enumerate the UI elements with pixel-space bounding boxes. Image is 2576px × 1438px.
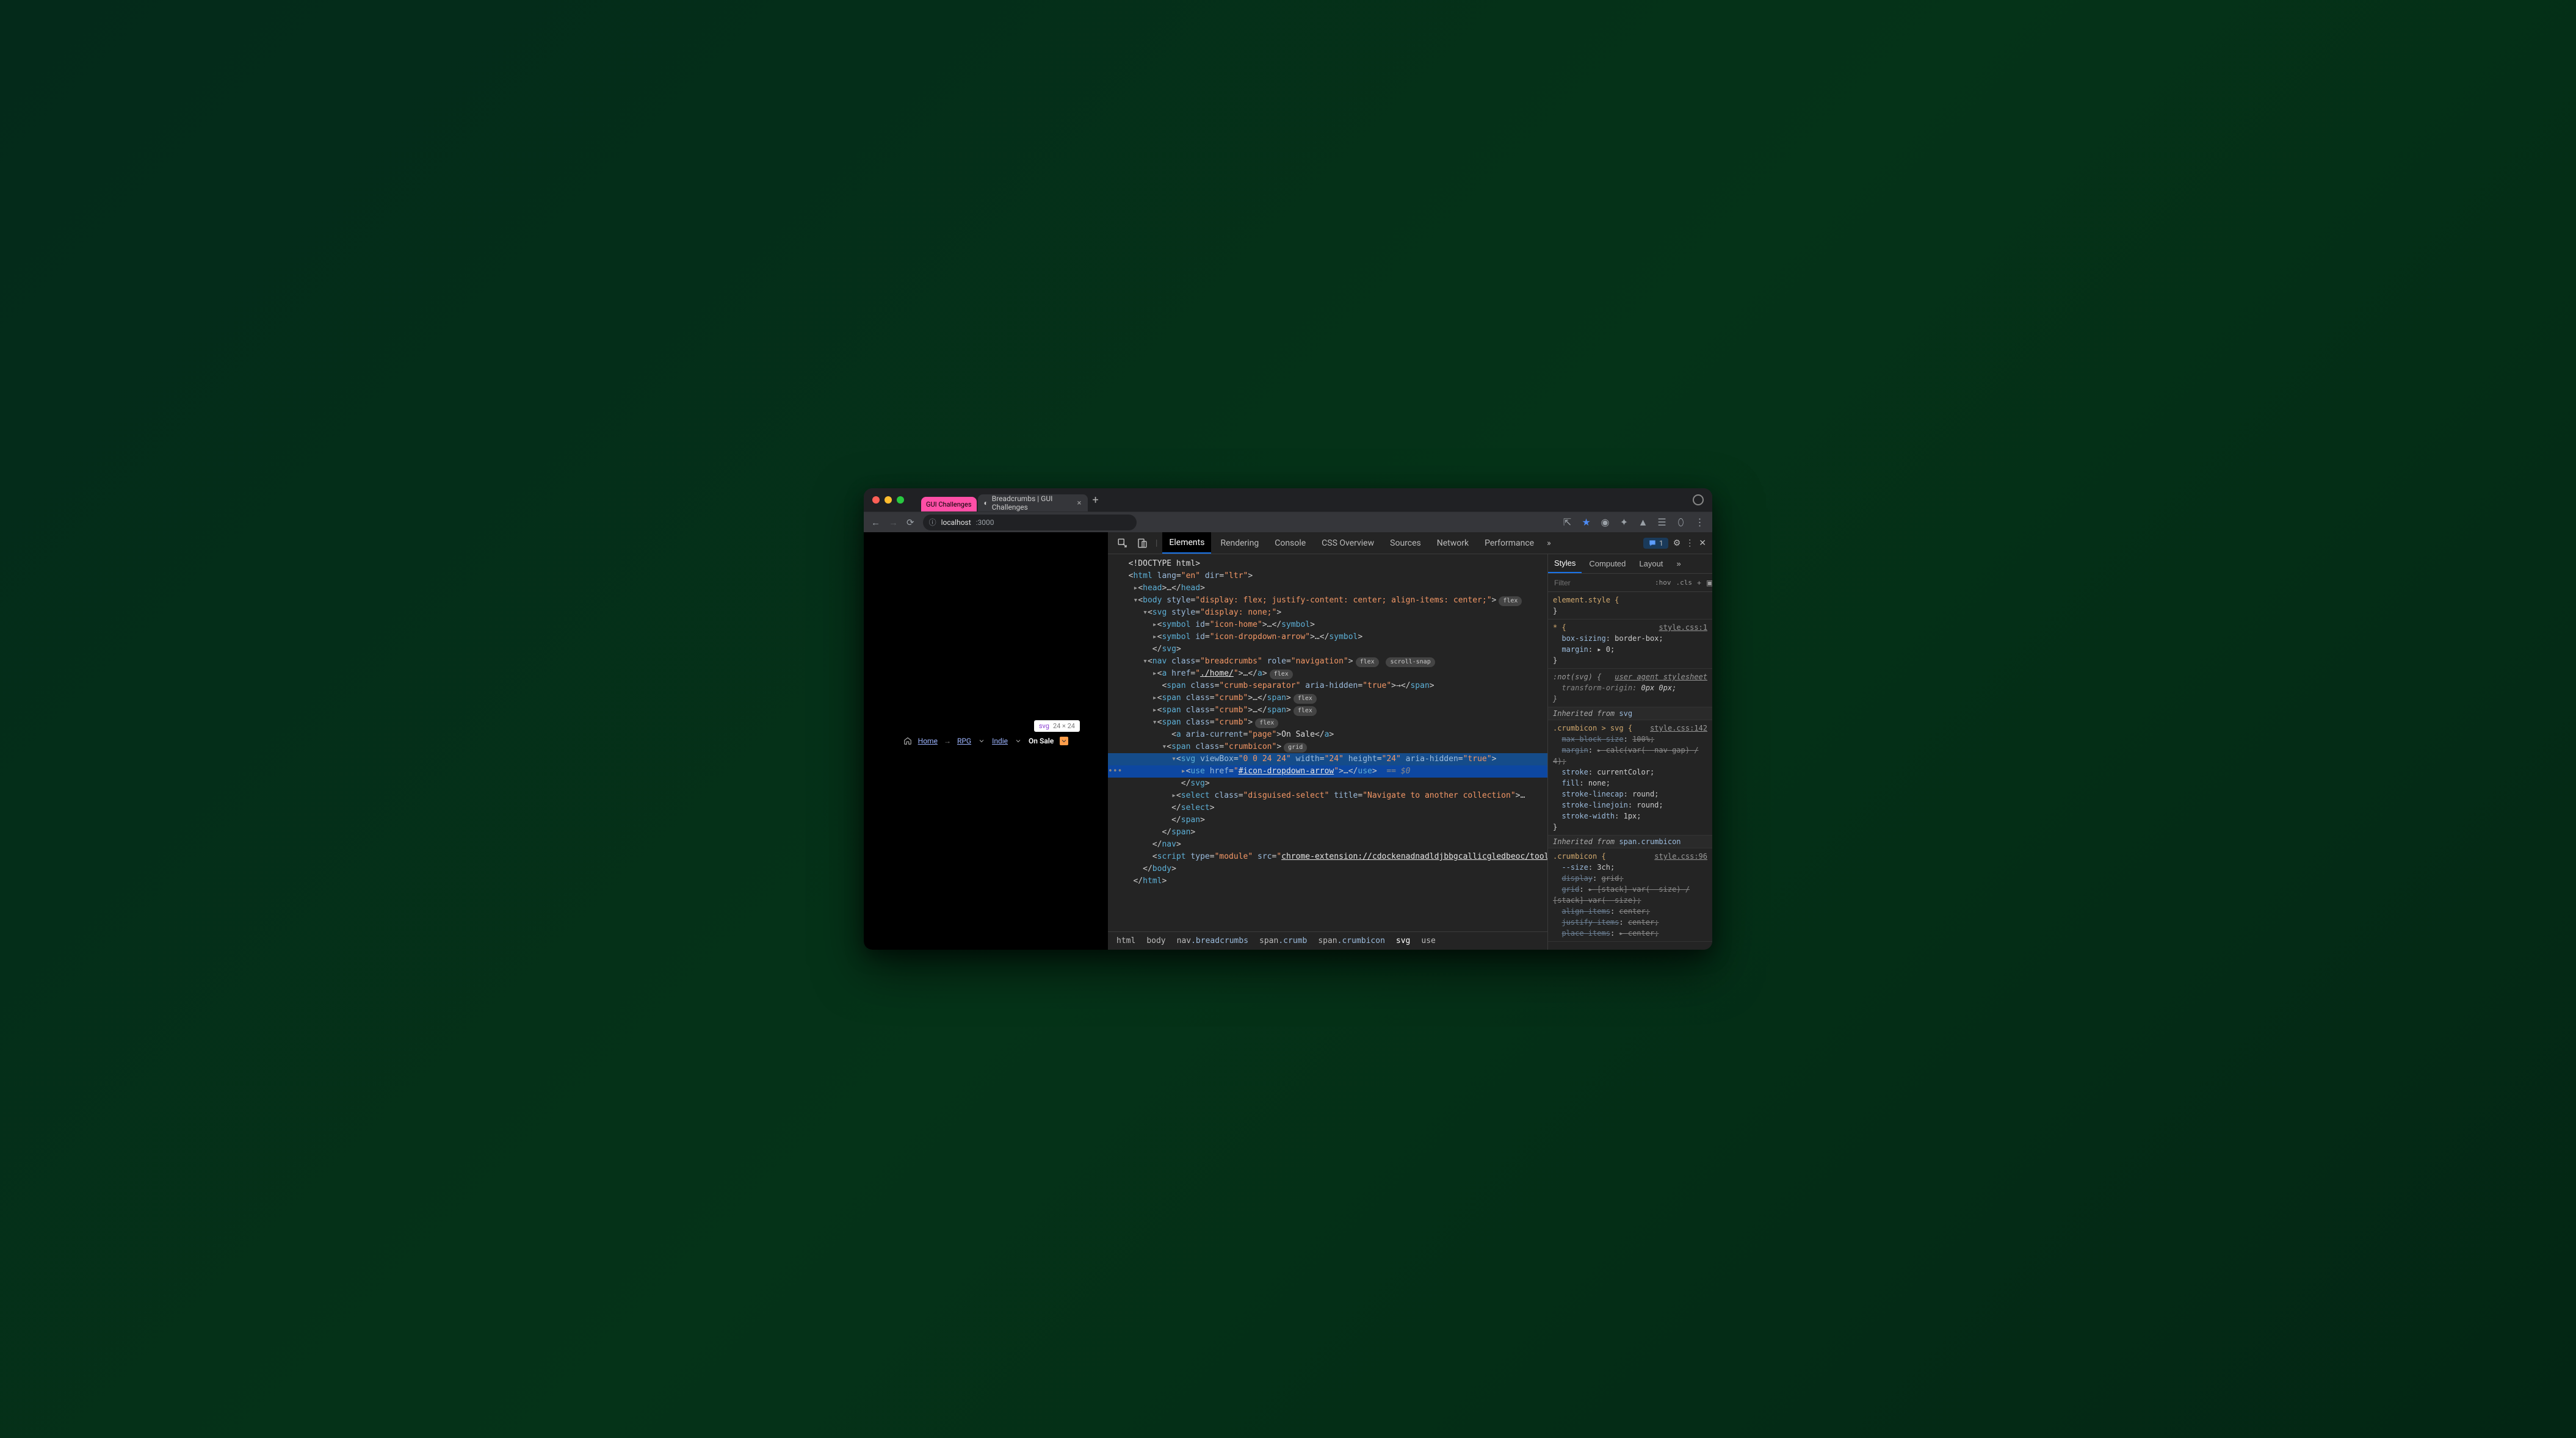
tab-pinned[interactable]: GUI Challenges	[921, 497, 977, 511]
styles-pane: Styles Computed Layout » :hov .cls + ▣ e…	[1547, 554, 1712, 950]
box-model-icon[interactable]: ▣	[1706, 579, 1712, 587]
devtools-body: <!DOCTYPE html> <html lang="en" dir="ltr…	[1108, 554, 1712, 950]
back-button[interactable]: ←	[871, 517, 880, 528]
home-icon	[903, 737, 912, 745]
breadcrumb-indie[interactable]: Indie	[992, 737, 1008, 745]
cls-toggle[interactable]: .cls	[1676, 579, 1693, 587]
close-devtools-icon[interactable]: ✕	[1699, 538, 1706, 548]
rule-universal[interactable]: style.css:1 * { box-sizing: border-box; …	[1548, 620, 1712, 669]
maximize-window-icon[interactable]	[897, 496, 904, 504]
settings-gear-icon[interactable]: ⚙	[1673, 538, 1681, 548]
devtools-menu-icon[interactable]: ⋮	[1685, 538, 1694, 548]
element-tooltip: svg 24 × 24	[1034, 720, 1080, 732]
info-icon[interactable]: ⓘ	[929, 517, 936, 527]
devtools-panel: | Elements Rendering Console CSS Overvie…	[1108, 532, 1712, 950]
extensions-puzzle-icon[interactable]: ✦	[1619, 517, 1629, 527]
browser-tabs: GUI Challenges ◐ Breadcrumbs | GUI Chall…	[921, 488, 1099, 511]
url-host: localhost	[941, 518, 971, 527]
devtools-tabs: | Elements Rendering Console CSS Overvie…	[1108, 532, 1712, 554]
chevron-down-icon[interactable]	[1014, 737, 1022, 745]
hov-toggle[interactable]: :hov	[1655, 579, 1671, 587]
menu-icon[interactable]: ⋮	[1695, 517, 1705, 527]
rule-user-agent[interactable]: user agent stylesheet :not(svg) { transf…	[1548, 669, 1712, 707]
reading-list-icon[interactable]: ☰	[1657, 517, 1667, 527]
path-span-crumb[interactable]: span.crumb	[1259, 936, 1307, 945]
path-span-crumbicon[interactable]: span.crumbicon	[1318, 936, 1385, 945]
address-bar[interactable]: ⓘ localhost :3000	[923, 515, 1137, 530]
reload-button[interactable]: ⟳	[906, 517, 914, 528]
tab-active[interactable]: ◐ Breadcrumbs | GUI Challenges ×	[978, 494, 1088, 511]
tab-console[interactable]: Console	[1268, 532, 1312, 554]
share-icon[interactable]: ⇱	[1562, 517, 1572, 527]
styles-tabs: Styles Computed Layout »	[1548, 554, 1712, 574]
inherited-from-svg: Inherited from svg	[1548, 707, 1712, 720]
account-icon[interactable]	[1693, 494, 1704, 505]
globe-icon: ◐	[984, 499, 988, 507]
tooltip-dimensions: 24 × 24	[1053, 722, 1075, 730]
extension-icon-2[interactable]: ▲	[1638, 517, 1648, 527]
tab-sources[interactable]: Sources	[1383, 532, 1428, 554]
issues-badge[interactable]: 1	[1643, 538, 1668, 549]
path-use[interactable]: use	[1421, 936, 1435, 945]
more-tabs-icon[interactable]: »	[1543, 538, 1555, 548]
stab-layout[interactable]: Layout	[1633, 554, 1669, 573]
tooltip-tag: svg	[1039, 722, 1049, 730]
stab-styles[interactable]: Styles	[1548, 554, 1582, 573]
tab-css-overview[interactable]: CSS Overview	[1315, 532, 1381, 554]
path-svg[interactable]: svg	[1396, 936, 1410, 945]
device-toggle-icon[interactable]	[1134, 538, 1151, 549]
close-window-icon[interactable]	[872, 496, 880, 504]
toolbar: ← → ⟳ ⓘ localhost :3000 ⇱ ★ ◉ ✦ ▲ ☰ ⬯ ⋮	[864, 511, 1712, 532]
new-tab-button[interactable]: +	[1093, 494, 1099, 507]
titlebar: GUI Challenges ◐ Breadcrumbs | GUI Chall…	[864, 488, 1712, 511]
minimize-window-icon[interactable]	[885, 496, 892, 504]
breadcrumbs-nav: Home → RPG Indie On Sale	[903, 737, 1069, 745]
elements-breadcrumb[interactable]: html body nav.breadcrumbs span.crumb spa…	[1108, 931, 1547, 950]
web-page: svg 24 × 24 Home → RPG Indie On Sale	[864, 532, 1108, 950]
path-nav[interactable]: nav.breadcrumbs	[1177, 936, 1248, 945]
styles-filter-row: :hov .cls + ▣	[1548, 574, 1712, 592]
stab-computed[interactable]: Computed	[1583, 554, 1632, 573]
elements-tree[interactable]: <!DOCTYPE html> <html lang="en" dir="ltr…	[1108, 554, 1547, 931]
styles-filter-input[interactable]	[1553, 578, 1650, 588]
extension-icon-1[interactable]: ◉	[1600, 517, 1610, 527]
breadcrumb-current: On Sale	[1029, 737, 1054, 745]
close-tab-icon[interactable]: ×	[1077, 499, 1082, 508]
breadcrumb-home[interactable]: Home	[918, 737, 938, 745]
extension-icon-3[interactable]: ⬯	[1676, 517, 1686, 527]
forward-button: →	[889, 517, 898, 528]
path-html[interactable]: html	[1116, 936, 1135, 945]
tab-elements[interactable]: Elements	[1162, 532, 1211, 554]
rule-element-style[interactable]: element.style {}	[1548, 592, 1712, 620]
more-styles-tabs-icon[interactable]: »	[1670, 554, 1687, 573]
rule-crumbicon-svg[interactable]: style.css:142 .crumbicon > svg { max-blo…	[1548, 720, 1712, 836]
breadcrumb-rpg[interactable]: RPG	[957, 737, 971, 745]
tab-rendering[interactable]: Rendering	[1214, 532, 1265, 554]
traffic-lights	[872, 496, 904, 504]
separator-icon: →	[944, 737, 951, 745]
path-body[interactable]: body	[1146, 936, 1165, 945]
bookmark-star-icon[interactable]: ★	[1581, 517, 1591, 527]
tab-network[interactable]: Network	[1430, 532, 1475, 554]
content-area: svg 24 × 24 Home → RPG Indie On Sale |	[864, 532, 1712, 950]
tab-label: Breadcrumbs | GUI Challenges	[992, 494, 1074, 511]
issues-count: 1	[1659, 539, 1663, 547]
inherited-from-crumbicon: Inherited from span.crumbicon	[1548, 836, 1712, 848]
new-rule-icon[interactable]: +	[1697, 579, 1701, 587]
chevron-down-icon[interactable]	[977, 737, 986, 745]
chevron-down-icon[interactable]	[1060, 737, 1068, 745]
rule-crumbicon[interactable]: style.css:96 .crumbicon { --size: 3ch; d…	[1548, 848, 1712, 942]
url-port: :3000	[976, 518, 994, 527]
tab-performance[interactable]: Performance	[1478, 532, 1541, 554]
inspect-icon[interactable]	[1114, 538, 1131, 549]
browser-window: GUI Challenges ◐ Breadcrumbs | GUI Chall…	[864, 488, 1712, 950]
